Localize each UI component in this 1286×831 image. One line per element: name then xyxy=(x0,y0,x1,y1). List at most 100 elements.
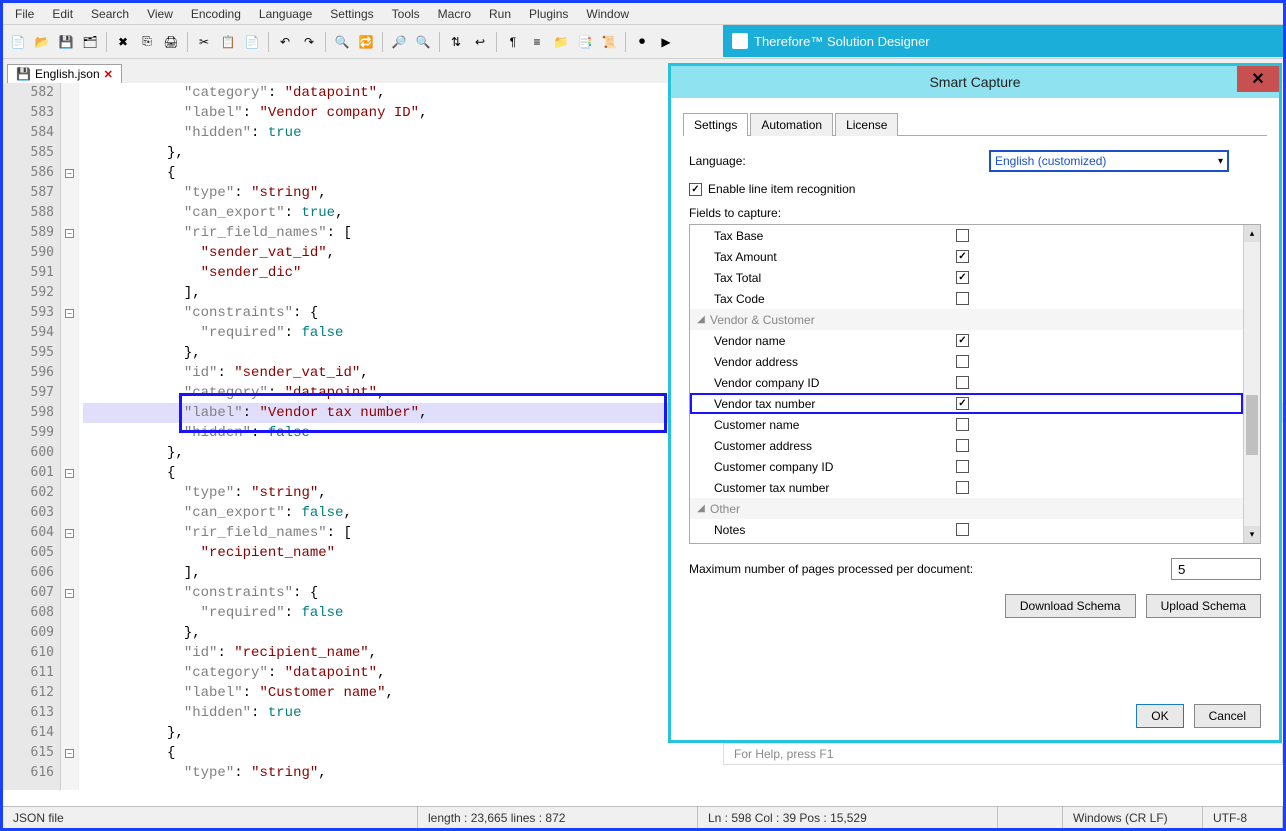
field-label: Tax Total xyxy=(714,271,956,285)
chevron-down-icon: ▾ xyxy=(1218,156,1223,167)
paste-icon[interactable]: 📄 xyxy=(241,31,263,53)
field-checkbox[interactable] xyxy=(956,439,969,452)
fold-column[interactable]: −−−−−−− xyxy=(61,83,79,790)
dialog-tabs: SettingsAutomationLicense xyxy=(683,112,1267,136)
menubar: FileEditSearchViewEncodingLanguageSettin… xyxy=(3,3,1283,25)
menu-language[interactable]: Language xyxy=(251,5,320,23)
field-checkbox[interactable] xyxy=(956,418,969,431)
save-icon[interactable]: 💾 xyxy=(55,31,77,53)
sync-scroll-icon[interactable]: ⇅ xyxy=(445,31,467,53)
menu-search[interactable]: Search xyxy=(83,5,137,23)
ok-button[interactable]: OK xyxy=(1136,704,1183,728)
func-list-icon[interactable]: 📜 xyxy=(598,31,620,53)
separator xyxy=(439,32,440,52)
field-row[interactable]: Customer company ID xyxy=(690,456,1243,477)
copy-icon[interactable]: 📋 xyxy=(217,31,239,53)
field-row[interactable]: Customer address xyxy=(690,435,1243,456)
field-checkbox[interactable] xyxy=(956,397,969,410)
field-checkbox[interactable] xyxy=(956,460,969,473)
zoom-in-icon[interactable]: 🔎 xyxy=(388,31,410,53)
field-checkbox[interactable] xyxy=(956,523,969,536)
field-row[interactable]: Tax Total xyxy=(690,267,1243,288)
folder-icon[interactable]: 📁 xyxy=(550,31,572,53)
cut-icon[interactable]: ✂ xyxy=(193,31,215,53)
field-row[interactable]: Vendor company ID xyxy=(690,372,1243,393)
fields-list[interactable]: Tax Base Tax Amount Tax Total Tax Code◢Vend… xyxy=(690,225,1243,543)
menu-run[interactable]: Run xyxy=(481,5,519,23)
open-file-icon[interactable]: 📂 xyxy=(31,31,53,53)
field-checkbox[interactable] xyxy=(956,334,969,347)
therefore-title-text: Therefore™ Solution Designer xyxy=(754,34,930,49)
field-group[interactable]: ◢Vendor & Customer xyxy=(690,309,1243,330)
undo-icon[interactable]: ↶ xyxy=(274,31,296,53)
field-checkbox[interactable] xyxy=(956,271,969,284)
tab-license[interactable]: License xyxy=(835,113,898,136)
menu-encoding[interactable]: Encoding xyxy=(183,5,249,23)
menu-window[interactable]: Window xyxy=(578,5,637,23)
field-row[interactable]: Tax Code xyxy=(690,288,1243,309)
close-all-icon[interactable]: ⎘ xyxy=(136,31,158,53)
field-row[interactable]: Tax Amount xyxy=(690,246,1243,267)
record-macro-icon[interactable]: ⏺ xyxy=(631,31,653,53)
play-macro-icon[interactable]: ▶ xyxy=(655,31,677,53)
max-pages-input[interactable] xyxy=(1171,558,1261,580)
scrollbar[interactable]: ▴ ▾ xyxy=(1243,225,1260,543)
language-select[interactable]: English (customized) ▾ xyxy=(989,150,1229,172)
menu-view[interactable]: View xyxy=(139,5,181,23)
close-icon[interactable]: ✖ xyxy=(112,31,134,53)
help-statusbar: For Help, press F1 xyxy=(723,743,1283,765)
indent-guide-icon[interactable]: ≡ xyxy=(526,31,548,53)
zoom-out-icon[interactable]: 🔍 xyxy=(412,31,434,53)
menu-macro[interactable]: Macro xyxy=(430,5,479,23)
field-row[interactable]: Tax Base xyxy=(690,225,1243,246)
field-checkbox[interactable] xyxy=(956,481,969,494)
menu-edit[interactable]: Edit xyxy=(44,5,81,23)
field-label: Tax Amount xyxy=(714,250,956,264)
field-group[interactable]: ◢Other xyxy=(690,498,1243,519)
menu-settings[interactable]: Settings xyxy=(322,5,381,23)
menu-file[interactable]: File xyxy=(7,5,42,23)
download-schema-button[interactable]: Download Schema xyxy=(1005,594,1136,618)
field-checkbox[interactable] xyxy=(956,250,969,263)
therefore-title-bar[interactable]: Therefore™ Solution Designer xyxy=(724,26,1282,56)
tab-settings[interactable]: Settings xyxy=(683,113,748,136)
field-label: Notes xyxy=(714,523,956,537)
scroll-thumb[interactable] xyxy=(1246,395,1258,455)
upload-schema-button[interactable]: Upload Schema xyxy=(1146,594,1261,618)
status-eol: Windows (CR LF) xyxy=(1063,807,1203,828)
redo-icon[interactable]: ↷ xyxy=(298,31,320,53)
scroll-up-icon[interactable]: ▴ xyxy=(1244,225,1260,242)
save-all-icon[interactable]: 🗂 xyxy=(79,31,101,53)
tab-automation[interactable]: Automation xyxy=(750,113,833,136)
field-row[interactable]: Notes xyxy=(690,519,1243,540)
field-row[interactable]: Customer tax number xyxy=(690,477,1243,498)
field-label: Vendor name xyxy=(714,334,956,348)
status-encoding: UTF-8 xyxy=(1203,807,1283,828)
find-icon[interactable]: 🔍 xyxy=(331,31,353,53)
tab-close-icon[interactable]: ✕ xyxy=(104,68,113,81)
doc-map-icon[interactable]: 📑 xyxy=(574,31,596,53)
field-row[interactable]: Vendor tax number xyxy=(690,393,1243,414)
field-row[interactable]: Customer name xyxy=(690,414,1243,435)
field-row[interactable]: Vendor address xyxy=(690,351,1243,372)
show-all-icon[interactable]: ¶ xyxy=(502,31,524,53)
dialog-close-button[interactable]: ✕ xyxy=(1237,66,1279,92)
field-checkbox[interactable] xyxy=(956,229,969,242)
field-checkbox[interactable] xyxy=(956,376,969,389)
dialog-title-bar[interactable]: Smart Capture ✕ xyxy=(671,66,1279,98)
cancel-button[interactable]: Cancel xyxy=(1194,704,1261,728)
replace-icon[interactable]: 🔁 xyxy=(355,31,377,53)
menu-tools[interactable]: Tools xyxy=(384,5,428,23)
language-value: English (customized) xyxy=(995,154,1106,168)
menu-plugins[interactable]: Plugins xyxy=(521,5,576,23)
print-icon[interactable]: 🖨 xyxy=(160,31,182,53)
new-file-icon[interactable]: 📄 xyxy=(7,31,29,53)
field-label: Tax Base xyxy=(714,229,956,243)
scroll-down-icon[interactable]: ▾ xyxy=(1244,526,1260,543)
file-tab[interactable]: 💾 English.json ✕ xyxy=(7,64,122,83)
field-row[interactable]: Vendor name xyxy=(690,330,1243,351)
wrap-icon[interactable]: ↩ xyxy=(469,31,491,53)
field-checkbox[interactable] xyxy=(956,292,969,305)
enable-line-item-checkbox[interactable] xyxy=(689,183,702,196)
field-checkbox[interactable] xyxy=(956,355,969,368)
